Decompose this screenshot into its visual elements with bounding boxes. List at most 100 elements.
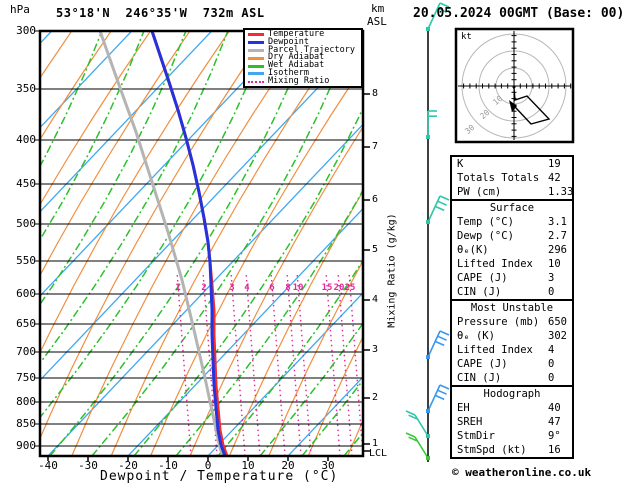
mixing-ratio-value: 6 <box>269 283 274 293</box>
legend-swatch-mixing-ratio <box>248 80 264 83</box>
stats-row: CAPE (J) 0 <box>452 357 572 371</box>
pressure-tick-label: 650 <box>16 317 36 330</box>
hodograph-unit-label: kt <box>461 32 472 42</box>
km-tick-label: 7 <box>372 141 379 152</box>
temp-tick-label: 30 <box>321 459 335 472</box>
pressure-tick-label: 500 <box>16 217 36 230</box>
stats-label: PW (cm) <box>457 186 502 198</box>
temp-tick-label: 10 <box>241 459 255 472</box>
wind-barb <box>405 432 429 459</box>
stats-row: EH 40 <box>452 401 572 415</box>
stats-label: Totals Totals <box>457 172 540 184</box>
stats-label: Lifted Index <box>457 258 533 270</box>
mixing-ratio-value: 10 <box>293 283 304 293</box>
stats-value: 3 <box>548 272 555 284</box>
stats-value: 650 <box>548 316 567 328</box>
stats-value: 47 <box>548 416 561 428</box>
wind-level-marker <box>426 456 430 460</box>
pressure-tick-label: 450 <box>16 177 36 190</box>
mixing-ratio-value: 4 <box>244 283 250 293</box>
mixing-ratio-value: 20 <box>334 283 345 293</box>
stats-label: Dewp (°C) <box>457 230 514 242</box>
stats-label: θₑ (K) <box>457 330 495 342</box>
copyright: © weatheronline.co.uk <box>452 466 592 479</box>
stats-row: CAPE (J) 3 <box>452 271 572 285</box>
stats-section-header: Surface <box>489 202 535 214</box>
wind-barb <box>427 330 450 358</box>
mixing-ratio-value: 1 <box>175 283 180 293</box>
stats-value: 19 <box>548 158 561 170</box>
wind-level-marker <box>426 434 430 438</box>
stats-value: 1.33 <box>548 186 574 198</box>
temp-tick-label: -10 <box>158 459 178 472</box>
stats-value: 0 <box>548 286 555 298</box>
legend-swatch-isotherm <box>248 72 264 76</box>
wind-barb <box>427 195 450 223</box>
hodograph-trace-arrowhead <box>509 100 517 112</box>
wet-adiabat-line <box>91 32 355 455</box>
legend-swatch-parcel-trajectory <box>248 48 264 52</box>
temp-tick-label: -30 <box>78 459 98 472</box>
km-tick-label: 3 <box>372 344 379 355</box>
stats-value: 9° <box>548 430 561 442</box>
stats-row: Lifted Index 4 <box>452 343 572 357</box>
mixing-ratio-line <box>230 271 246 455</box>
mixing-ratio-line <box>176 271 192 455</box>
stats-label: K <box>457 158 464 170</box>
stats-row: StmDir 9° <box>452 429 572 443</box>
stats-row: Temp (°C) 3.1 <box>452 215 572 229</box>
stats-value: 16 <box>548 444 561 456</box>
stats-value: 0 <box>548 372 555 384</box>
parcel-trajectory-curve <box>98 30 225 457</box>
mixing-ratio-value: 8 <box>285 283 290 293</box>
stats-box-hodograph: Hodograph EH 40 SREH 47 StmDir 9° StmSpd (kt) 16 <box>450 385 574 459</box>
stats-label: Pressure (mb) <box>457 316 540 328</box>
stats-value: 296 <box>548 244 567 256</box>
stats-value: 3.1 <box>548 216 567 228</box>
stats-row: Lifted Index 10 <box>452 257 572 271</box>
altitude-axis-unit-asl: ASL <box>367 15 387 28</box>
km-tick-label: 1 <box>372 438 379 449</box>
stats-label: SREH <box>457 416 483 428</box>
stats-label: Lifted Index <box>457 344 533 356</box>
km-tick-label: 8 <box>372 88 379 99</box>
stats-row: SREH 47 <box>452 415 572 429</box>
wind-level-marker <box>426 135 430 139</box>
mixing-ratio-line <box>286 271 302 455</box>
pressure-tick-label: 550 <box>16 254 36 267</box>
wind-level-marker <box>426 220 430 224</box>
km-tick-label: 2 <box>372 392 379 403</box>
run-datetime: 20.05.2024 00GMT (Base: 00) <box>413 6 625 21</box>
legend-swatch-temperature <box>248 33 264 37</box>
stats-row: θₑ (K) 302 <box>452 329 572 343</box>
legend-label: Mixing Ratio <box>268 75 330 86</box>
stats-value: 4 <box>548 344 555 356</box>
stats-row: CIN (J) 0 <box>452 371 572 385</box>
pressure-tick-label: 800 <box>16 395 36 408</box>
wind-barb <box>405 410 429 437</box>
stats-value: 10 <box>548 258 561 270</box>
stats-row: CIN (J) 0 <box>452 285 572 299</box>
temp-tick-label: -20 <box>118 459 138 472</box>
wind-level-marker <box>426 355 430 359</box>
legend: Temperature Dewpoint Parcel Trajectory Dry … <box>243 28 363 88</box>
pressure-tick-label: 600 <box>16 287 36 300</box>
stats-label: CAPE (J) <box>457 358 508 370</box>
mixing-ratio-value: 2 <box>201 283 206 293</box>
stats-section-header: Hodograph <box>483 388 541 400</box>
mixing-ratio-axis-label: Mixing Ratio (g/kg) <box>386 213 398 328</box>
stats-row: K 19 <box>452 157 572 171</box>
stats-label: CIN (J) <box>457 286 502 298</box>
pressure-tick-label: 750 <box>16 371 36 384</box>
stats-value: 302 <box>548 330 567 342</box>
wind-level-marker <box>426 27 430 31</box>
stats-row: StmSpd (kt) 16 <box>452 443 572 457</box>
mixing-ratio-value: 25 <box>345 283 356 293</box>
temp-tick-label: 20 <box>281 459 295 472</box>
stats-value: 0 <box>548 358 555 370</box>
stats-box-indices: K 19 Totals Totals 42 PW (cm) 1.33 <box>450 155 574 201</box>
legend-swatch-wet-adiabat <box>248 64 264 68</box>
wind-barb <box>427 384 450 412</box>
km-tick-label: 6 <box>372 194 379 205</box>
legend-swatch-dry-adiabat <box>248 56 264 60</box>
